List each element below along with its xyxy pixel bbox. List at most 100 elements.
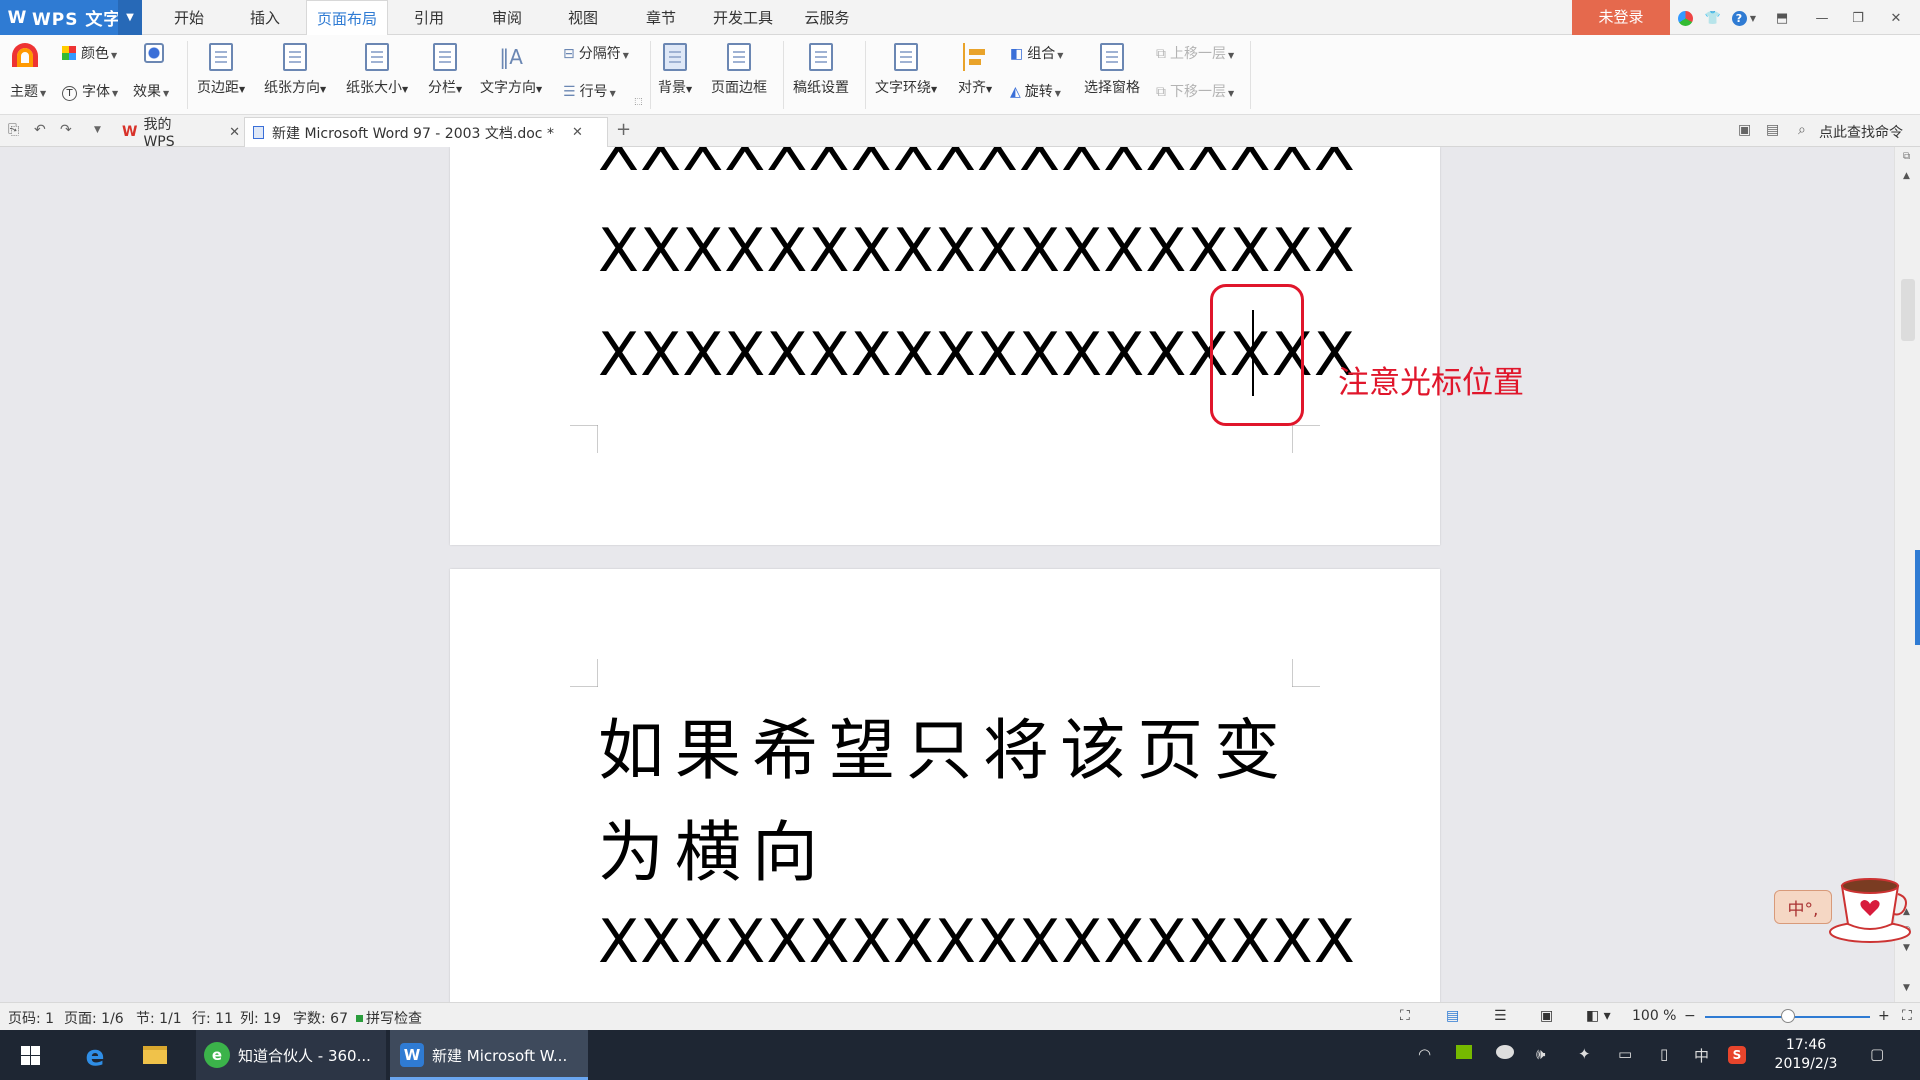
line-numbers-button[interactable]: ☰ 行号 ▼: [563, 81, 616, 101]
nvidia-icon[interactable]: [1456, 1045, 1472, 1063]
document-canvas[interactable]: XXXXXXXXXXXXXXXXXX XXXXXXXXXXXXXXXXXX XX…: [0, 147, 1894, 1002]
text-direction-button[interactable]: ‖A 文字方向▼: [480, 43, 542, 97]
bring-forward-button[interactable]: ⧉ 上移一层 ▼: [1156, 43, 1234, 63]
send-backward-button[interactable]: ⧉ 下移一层 ▼: [1156, 81, 1234, 101]
network-icon[interactable]: ◠: [1418, 1045, 1431, 1063]
page-setup-dialog-icon[interactable]: ⬚: [634, 97, 643, 107]
teacup-icon[interactable]: [1826, 872, 1912, 944]
text-line[interactable]: 如果希望只将该页变: [598, 697, 1291, 793]
zoom-level[interactable]: 100 %: [1632, 1008, 1676, 1024]
effects-icon[interactable]: [144, 43, 164, 67]
tab-view[interactable]: 视图: [554, 0, 612, 35]
effects-button[interactable]: 效果 ▼: [133, 81, 169, 101]
theme-icon[interactable]: [12, 43, 38, 71]
orientation-button[interactable]: 纸张方向▼: [264, 43, 326, 97]
collapse-ribbon-icon[interactable]: ⬒: [1772, 8, 1792, 28]
scrollbar-thumb[interactable]: [1901, 279, 1915, 341]
status-column[interactable]: 列: 19: [240, 1008, 281, 1028]
rotate-button[interactable]: ◭ 旋转 ▼: [1010, 81, 1061, 101]
taskbar-item-360[interactable]: e 知道合伙人 - 360...: [196, 1030, 386, 1080]
battery-icon[interactable]: ▭: [1618, 1045, 1632, 1063]
breaks-button[interactable]: ⊟ 分隔符 ▼: [563, 43, 629, 63]
columns-button[interactable]: 分栏▼: [428, 43, 462, 97]
group-button[interactable]: ◧ 组合 ▼: [1010, 43, 1063, 63]
tab-page-layout[interactable]: 页面布局: [306, 0, 388, 36]
tab-review[interactable]: 审阅: [478, 0, 536, 35]
theme-button[interactable]: 主题 ▼: [10, 81, 46, 101]
next-page-icon[interactable]: ▼: [1903, 943, 1910, 953]
tab-developer[interactable]: 开发工具: [706, 0, 780, 35]
edge-icon[interactable]: e: [70, 1030, 120, 1080]
add-tab-icon[interactable]: +: [616, 119, 631, 140]
text-line[interactable]: XXXXXXXXXXXXXXXXXX: [598, 216, 1356, 286]
text-line[interactable]: XXXXXXXXXXXXXXXXXX: [598, 907, 1356, 977]
search-icon[interactable]: ⌕: [1798, 122, 1806, 138]
tab-active-document[interactable]: 新建 Microsoft Word 97 - 2003 文档.doc * ✕: [244, 117, 608, 147]
web-view-icon[interactable]: ▣: [1540, 1008, 1553, 1024]
doc-icon[interactable]: ▣: [1738, 122, 1751, 138]
paper-size-button[interactable]: 纸张大小▼: [346, 43, 408, 97]
zoom-slider-thumb[interactable]: [1780, 1009, 1795, 1023]
sogou-icon[interactable]: S: [1728, 1045, 1746, 1064]
zoom-out-button[interactable]: −: [1684, 1008, 1696, 1024]
close-icon[interactable]: ✕: [1886, 8, 1906, 28]
background-button[interactable]: 背景▼: [658, 43, 692, 97]
chevron-down-icon[interactable]: ▼: [1743, 8, 1763, 28]
ime-indicator[interactable]: 中: [1694, 1045, 1709, 1066]
selection-pane-button[interactable]: 选择窗格: [1084, 43, 1140, 97]
spell-check-button[interactable]: 拼写检查: [356, 1008, 422, 1028]
tab-my-wps[interactable]: W 我的WPS ✕: [118, 117, 240, 150]
close-icon[interactable]: ✕: [229, 125, 240, 140]
tab-references[interactable]: 引用: [400, 0, 458, 35]
scroll-up-icon[interactable]: ▲: [1903, 171, 1910, 181]
page-2[interactable]: 如果希望只将该页变 为横向 XXXXXXXXXXXXXXXXXX: [450, 569, 1440, 1002]
fit-page-icon[interactable]: ⛶: [1902, 1008, 1912, 1024]
text-wrap-button[interactable]: 文字环绕▼: [875, 43, 937, 97]
wechat-icon[interactable]: [1496, 1045, 1514, 1063]
undo-icon[interactable]: ↶: [34, 122, 46, 138]
page-border-button[interactable]: 页面边框: [711, 43, 767, 97]
side-panel-tab[interactable]: [1915, 550, 1920, 645]
draft-settings-button[interactable]: 稿纸设置: [793, 43, 849, 97]
outline-view-icon[interactable]: ☰: [1494, 1008, 1507, 1024]
status-section[interactable]: 节: 1/1: [136, 1008, 182, 1028]
login-button[interactable]: 未登录: [1572, 0, 1670, 35]
taskbar-item-wps[interactable]: W 新建 Microsoft W...: [390, 1030, 588, 1080]
file-explorer-icon[interactable]: [130, 1030, 180, 1080]
notification-icon[interactable]: ▢: [1870, 1045, 1884, 1063]
volume-icon[interactable]: 🕪: [1536, 1045, 1545, 1063]
tab-chapter[interactable]: 章节: [632, 0, 690, 35]
chevron-down-icon[interactable]: ▼: [118, 0, 142, 35]
page-view-icon[interactable]: ▤: [1446, 1008, 1459, 1024]
text-line[interactable]: 为横向: [598, 799, 829, 895]
reading-mode-icon[interactable]: ◧ ▾: [1586, 1008, 1611, 1024]
minimize-icon[interactable]: —: [1812, 8, 1832, 28]
collapse-icon[interactable]: ⧉: [1903, 151, 1910, 162]
status-pages[interactable]: 页面: 1/6: [64, 1008, 124, 1028]
ime-floating-widget[interactable]: 中°,: [1774, 890, 1832, 924]
text-line[interactable]: XXXXXXXXXXXXXXXXXX: [598, 147, 1356, 185]
start-button[interactable]: [0, 1030, 60, 1080]
fonts-button[interactable]: T 字体 ▼: [62, 81, 118, 101]
status-page-number[interactable]: 页码: 1: [8, 1008, 54, 1028]
close-icon[interactable]: ✕: [572, 125, 583, 140]
new-doc-icon[interactable]: ⎘: [8, 122, 19, 138]
search-command-label[interactable]: 点此查找命令: [1819, 122, 1903, 142]
tab-insert[interactable]: 插入: [236, 0, 294, 35]
tab-cloud[interactable]: 云服务: [794, 0, 860, 35]
skin-icon[interactable]: 👕: [1703, 8, 1723, 28]
redo-icon[interactable]: ↷: [60, 122, 72, 138]
full-screen-icon[interactable]: ⛶: [1400, 1008, 1410, 1024]
margins-button[interactable]: 页边距▼: [197, 43, 245, 97]
usb-icon[interactable]: ▯: [1660, 1045, 1668, 1063]
status-row[interactable]: 行: 11: [192, 1008, 233, 1028]
scroll-down-icon[interactable]: ▼: [1903, 983, 1910, 993]
zoom-in-button[interactable]: +: [1878, 1008, 1890, 1024]
clock[interactable]: 17:46 2019/2/3: [1770, 1036, 1842, 1074]
tab-start[interactable]: 开始: [160, 0, 218, 35]
colorful-logo-icon[interactable]: [1675, 8, 1695, 28]
bluetooth-icon[interactable]: ✦: [1578, 1045, 1591, 1063]
align-button[interactable]: 对齐▼: [958, 43, 992, 97]
colors-button[interactable]: 颜色 ▼: [62, 43, 117, 63]
status-word-count[interactable]: 字数: 67: [293, 1008, 348, 1028]
